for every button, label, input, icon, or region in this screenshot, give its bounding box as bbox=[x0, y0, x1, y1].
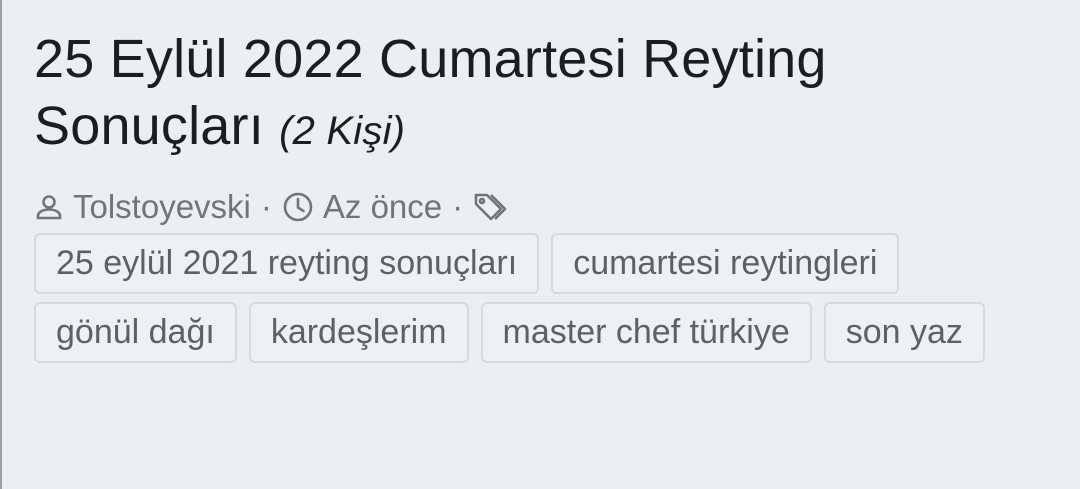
post-title-text[interactable]: 25 Eylül 2022 Cumartesi Reyting Sonuçlar… bbox=[34, 29, 827, 156]
tag-chip[interactable]: kardeşlerim bbox=[248, 302, 469, 363]
viewer-count: (2 Kişi) bbox=[279, 109, 406, 153]
post-time: Az önce bbox=[322, 188, 443, 225]
meta-separator: · bbox=[452, 188, 464, 225]
tag-chip[interactable]: master chef türkiye bbox=[480, 302, 812, 363]
author-link[interactable]: Tolstoyevski bbox=[73, 187, 251, 227]
tag-chip[interactable]: gönül dağı bbox=[34, 302, 237, 363]
tag-icon bbox=[473, 191, 509, 223]
post-header: 25 Eylül 2022 Cumartesi Reyting Sonuçlar… bbox=[0, 0, 1080, 489]
meta-separator: · bbox=[260, 188, 272, 225]
tag-chip[interactable]: cumartesi reytingleri bbox=[551, 233, 900, 294]
user-icon bbox=[34, 192, 64, 222]
tag-chip[interactable]: son yaz bbox=[823, 302, 985, 363]
tag-list: 25 eylül 2021 reyting sonuçları cumartes… bbox=[34, 233, 1034, 371]
post-meta: Tolstoyevski · Az önce · bbox=[34, 187, 1080, 227]
post-title[interactable]: 25 Eylül 2022 Cumartesi Reyting Sonuçlar… bbox=[34, 26, 1044, 165]
tag-chip[interactable]: 25 eylül 2021 reyting sonuçları bbox=[34, 233, 540, 294]
clock-icon bbox=[282, 191, 314, 223]
